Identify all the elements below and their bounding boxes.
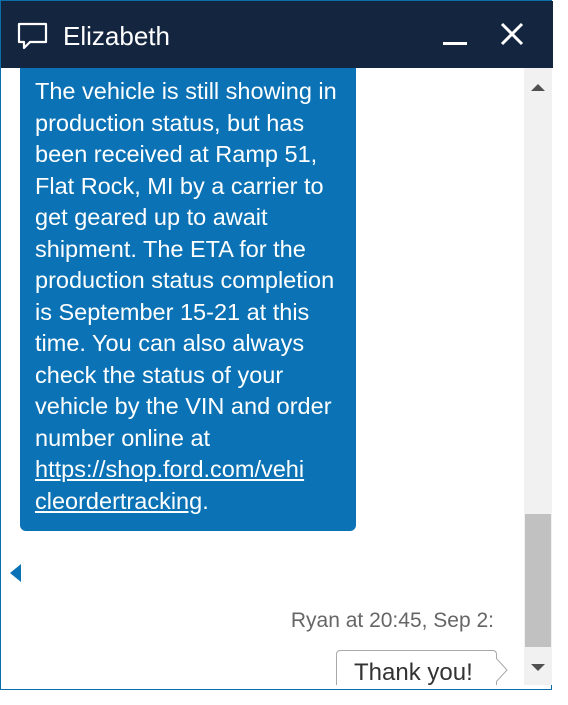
window-bottom-gap (0, 690, 552, 705)
agent-bubble-tail (10, 564, 21, 582)
chat-title: Elizabeth (63, 21, 170, 51)
order-tracking-link[interactable]: https://shop.ford.com/vehi cleordertracki… (35, 456, 304, 514)
message-area[interactable]: The vehicle is still showing in producti… (1, 68, 521, 685)
vertical-scrollbar[interactable] (524, 68, 552, 685)
message-meta: Ryan at 20:45, Sep 2: (290, 609, 494, 632)
link-text-part-1: https://shop.ford.com/vehi (35, 456, 305, 482)
message-suffix: . (202, 487, 209, 514)
scroll-up-arrow-icon[interactable] (524, 74, 552, 102)
agent-message-bubble: The vehicle is still showing in producti… (20, 68, 356, 531)
close-icon (500, 22, 524, 46)
minimize-icon (443, 42, 467, 45)
close-button[interactable] (499, 21, 529, 51)
title-bar[interactable]: Elizabeth (1, 1, 553, 68)
chat-window: Elizabeth The vehicle is still showing i… (0, 0, 553, 690)
scroll-down-arrow-icon[interactable] (524, 653, 552, 681)
agent-message-text: The vehicle is still showing in producti… (35, 78, 337, 451)
user-message-text: Thank you! (354, 659, 473, 685)
minimize-button[interactable] (441, 19, 471, 51)
scrollbar-thumb[interactable] (525, 514, 551, 647)
user-bubble-tail (496, 658, 508, 682)
link-text-part-2: cleordertracking (35, 487, 203, 514)
chat-bubble-icon (17, 22, 48, 50)
user-message-bubble: Thank you! (336, 650, 497, 685)
